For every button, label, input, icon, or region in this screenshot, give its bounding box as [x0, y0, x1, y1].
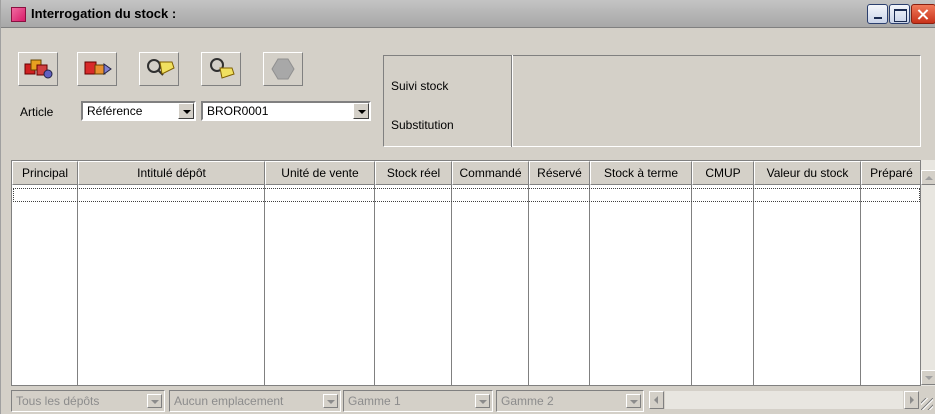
app-icon	[11, 7, 26, 22]
col-header-principal[interactable]: Principal	[12, 161, 78, 185]
gamme2-filter-value: Gamme 2	[501, 394, 554, 408]
scroll-left-icon[interactable]	[649, 391, 664, 409]
tag-search-alt-button[interactable]	[201, 52, 241, 86]
minimize-button[interactable]	[867, 4, 888, 24]
reference-select-value: Référence	[87, 104, 143, 118]
article-code-select[interactable]: BROR0001	[201, 101, 371, 121]
column-divider	[528, 185, 529, 385]
column-divider	[374, 185, 375, 385]
stock-boxes-button[interactable]	[18, 52, 58, 86]
title-bar[interactable]: Interrogation du stock :	[1, 0, 935, 28]
column-divider	[753, 185, 754, 385]
article-label: Article	[20, 105, 54, 119]
close-button[interactable]	[911, 4, 935, 24]
gamme1-filter-value: Gamme 1	[348, 394, 401, 408]
tag-search-alt-icon	[210, 58, 235, 79]
article-code-value: BROR0001	[207, 104, 269, 118]
depots-filter-select[interactable]: Tous les dépôts	[11, 390, 165, 412]
col-header-intitule-depot[interactable]: Intitulé dépôt	[78, 161, 265, 185]
column-divider	[691, 185, 692, 385]
resize-grip-icon[interactable]	[921, 398, 933, 410]
col-header-prepare[interactable]: Préparé	[861, 161, 920, 185]
stock-grid[interactable]: Principal Intitulé dépôt Unité de vente …	[11, 160, 921, 386]
column-divider	[860, 185, 861, 385]
col-header-stock-terme[interactable]: Stock à terme	[590, 161, 692, 185]
scroll-right-icon[interactable]	[904, 391, 919, 409]
stock-move-icon	[84, 61, 112, 75]
tag-search-button[interactable]	[139, 52, 179, 86]
col-header-commande[interactable]: Commandé	[452, 161, 529, 185]
horizontal-scrollbar[interactable]	[665, 391, 903, 409]
info-panel-divider	[511, 55, 513, 147]
col-header-reserve[interactable]: Réservé	[529, 161, 590, 185]
window-title: Interrogation du stock :	[31, 6, 177, 21]
maximize-button[interactable]	[889, 4, 910, 24]
stock-move-button[interactable]	[77, 52, 117, 86]
emplacement-filter-select[interactable]: Aucun emplacement	[169, 390, 341, 412]
chevron-down-icon[interactable]	[626, 394, 641, 408]
chevron-down-icon[interactable]	[475, 394, 490, 408]
col-header-valeur-stock[interactable]: Valeur du stock	[754, 161, 861, 185]
column-divider	[264, 185, 265, 385]
scroll-down-icon[interactable]	[921, 370, 935, 385]
hexagon-button	[263, 52, 303, 86]
reference-select[interactable]: Référence	[81, 101, 196, 121]
column-divider	[77, 185, 78, 385]
hexagon-icon	[271, 58, 295, 80]
suivi-stock-label: Suivi stock	[391, 79, 449, 93]
stock-boxes-icon	[24, 59, 53, 79]
info-panel	[383, 55, 921, 147]
chevron-down-icon[interactable]	[178, 103, 194, 119]
filter-bar: Tous les dépôts Aucun emplacement Gamme …	[1, 388, 935, 414]
column-divider	[589, 185, 590, 385]
emplacement-filter-value: Aucun emplacement	[174, 394, 284, 408]
substitution-label: Substitution	[391, 118, 454, 132]
col-header-cmup[interactable]: CMUP	[692, 161, 754, 185]
col-header-unite-vente[interactable]: Unité de vente	[265, 161, 375, 185]
stock-query-window: Interrogation du stock : Article Référen…	[0, 0, 935, 414]
selected-empty-row[interactable]	[13, 188, 920, 202]
col-header-stock-reel[interactable]: Stock réel	[375, 161, 452, 185]
depots-filter-value: Tous les dépôts	[16, 394, 100, 408]
grid-header: Principal Intitulé dépôt Unité de vente …	[12, 161, 920, 185]
chevron-down-icon[interactable]	[323, 394, 338, 408]
scroll-up-icon[interactable]	[921, 170, 935, 185]
chevron-down-icon[interactable]	[353, 103, 369, 119]
gamme1-filter-select[interactable]: Gamme 1	[343, 390, 493, 412]
vertical-scrollbar[interactable]	[921, 160, 935, 386]
tag-search-icon	[147, 59, 175, 76]
gamme2-filter-select[interactable]: Gamme 2	[496, 390, 644, 412]
chevron-down-icon[interactable]	[147, 394, 162, 408]
column-divider	[451, 185, 452, 385]
